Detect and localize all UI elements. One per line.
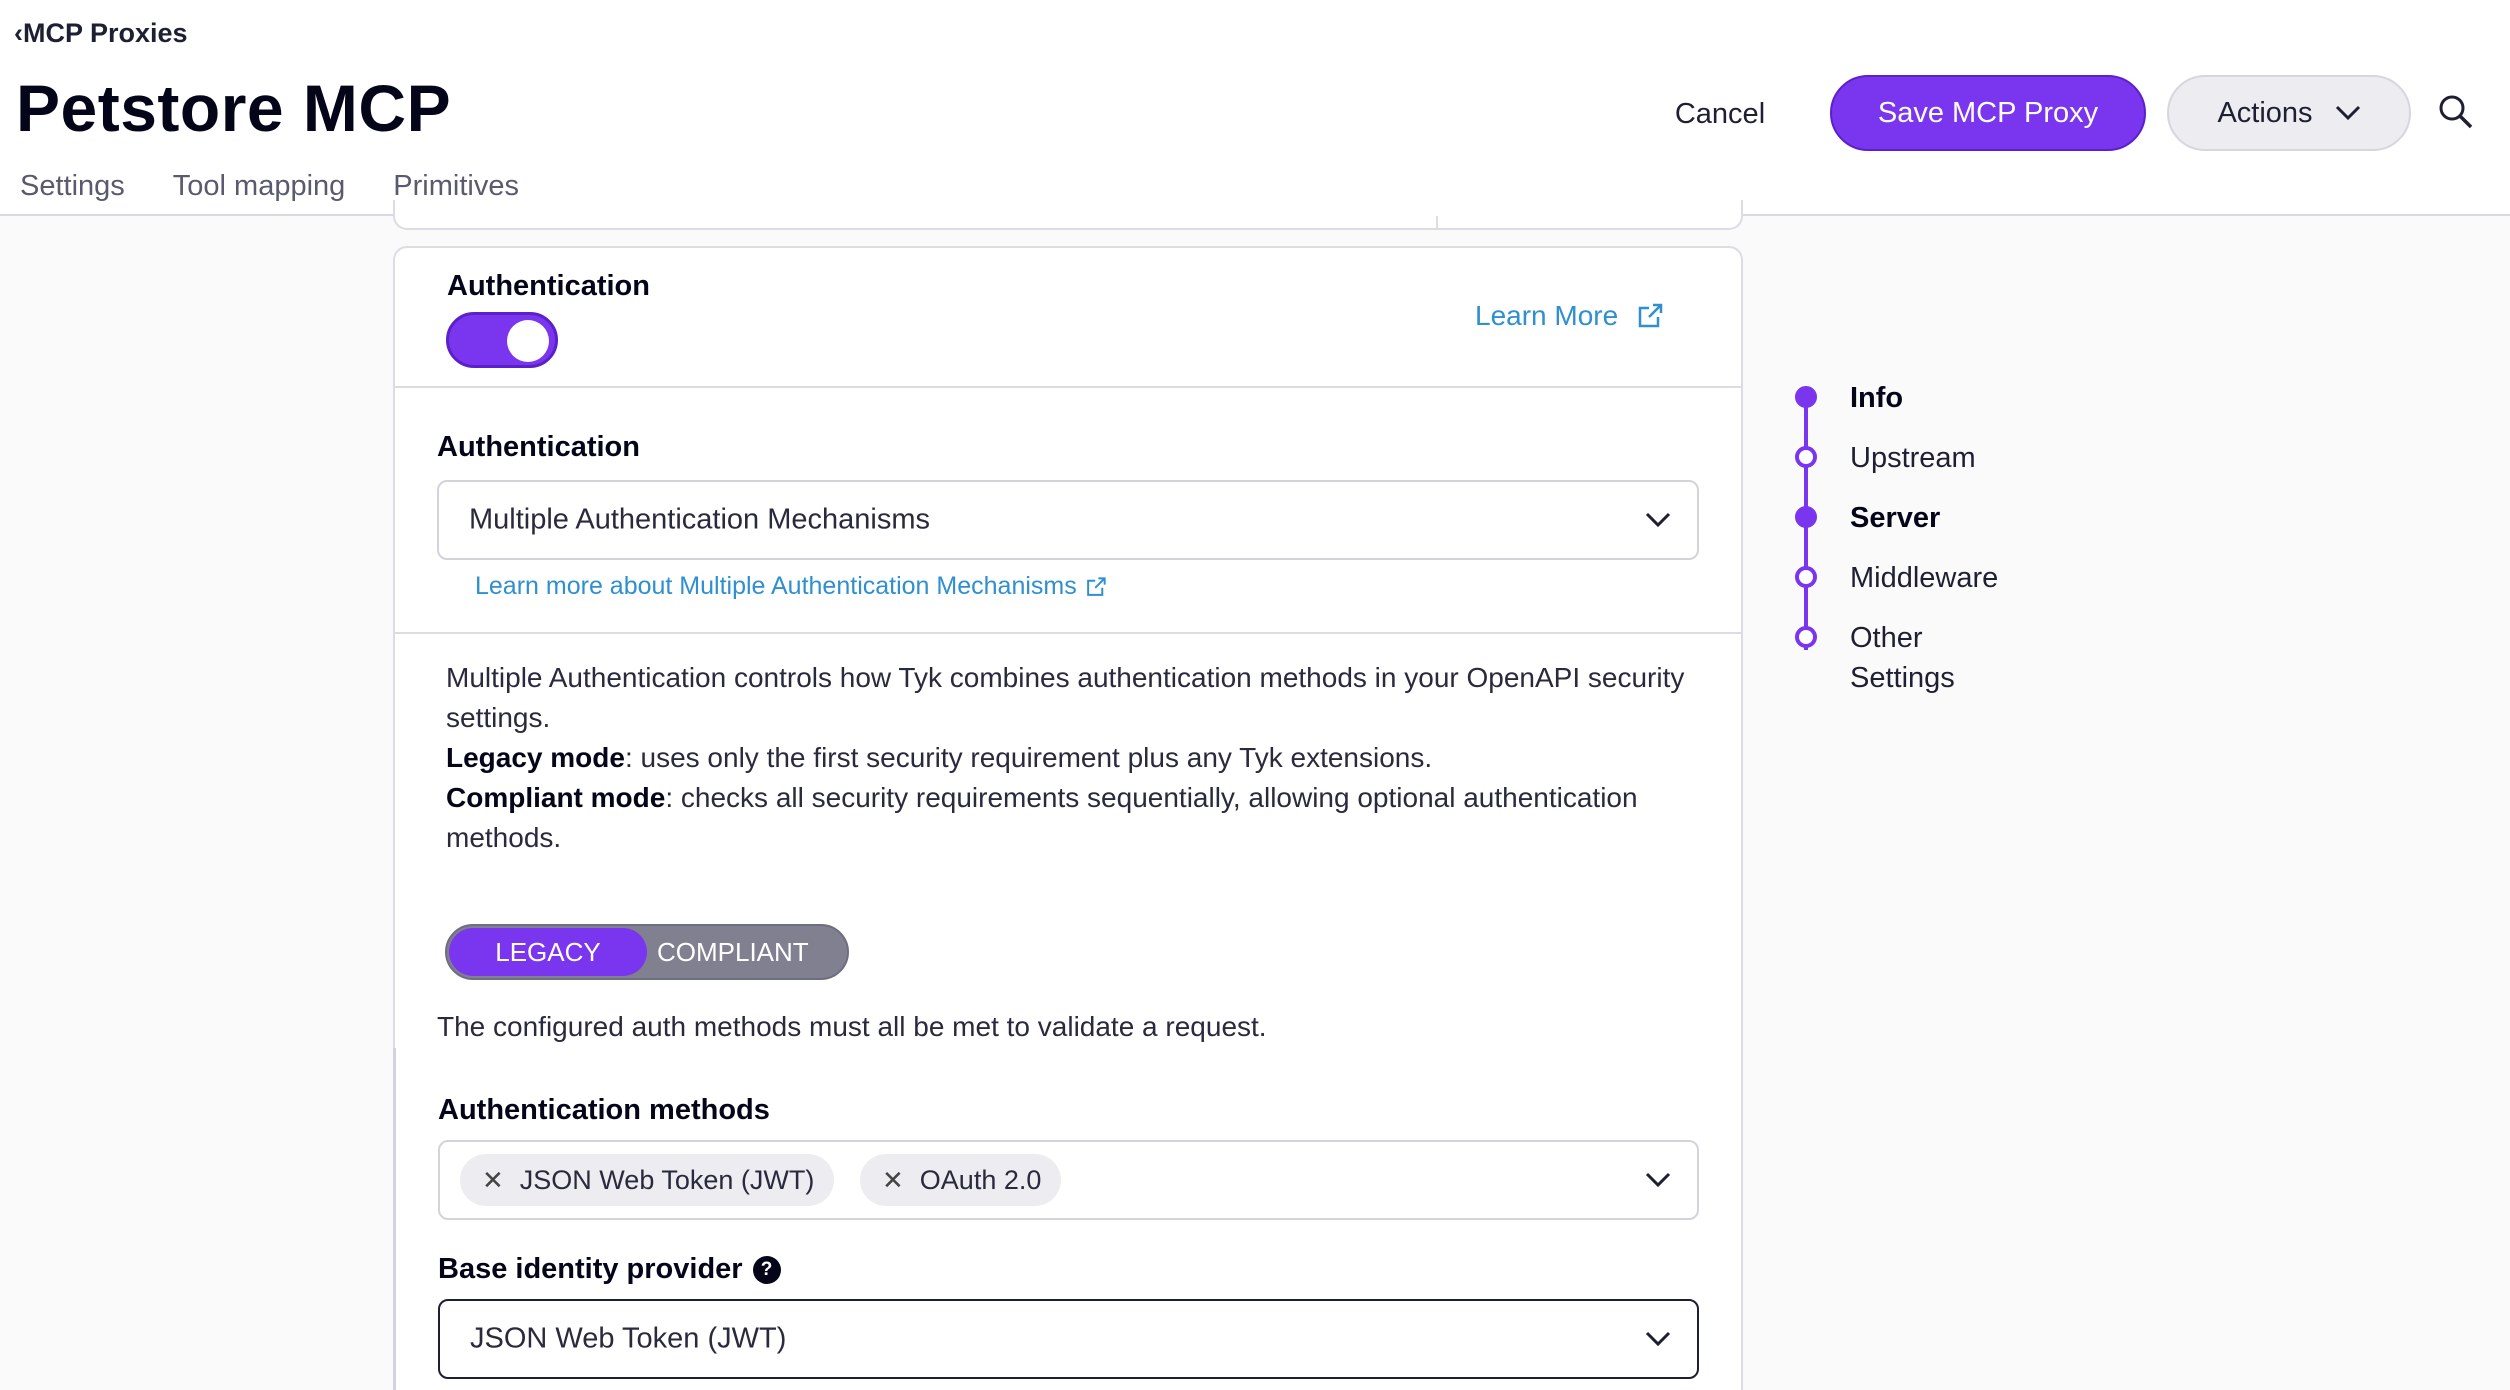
multiple-auth-help-link[interactable]: Learn more about Multiple Authentication… — [475, 572, 1107, 601]
mode-note: The configured auth methods must all be … — [437, 1011, 1267, 1042]
authentication-select[interactable]: Multiple Authentication Mechanisms — [437, 480, 1699, 560]
mode-legacy-option[interactable]: LEGACY — [449, 928, 647, 976]
save-mcp-proxy-button[interactable]: Save MCP Proxy — [1830, 75, 2146, 151]
help-icon[interactable]: ? — [752, 1256, 781, 1284]
tab-primitives[interactable]: Primitives — [393, 170, 519, 203]
card-edge — [393, 1048, 396, 1390]
page-title: Petstore MCP — [16, 71, 452, 145]
back-link[interactable]: ‹MCP Proxies — [14, 18, 188, 49]
tab-bar: Settings Tool mapping Primitives — [20, 170, 519, 203]
tab-settings[interactable]: Settings — [20, 170, 125, 203]
authentication-methods-label: Authentication methods — [438, 1094, 770, 1126]
toggle-knob — [507, 320, 549, 362]
divider — [395, 386, 1741, 388]
nav-dot — [1795, 386, 1817, 408]
method-chip: ✕ JSON Web Token (JWT) — [460, 1154, 835, 1206]
divider — [395, 632, 1741, 634]
nav-dot — [1795, 506, 1817, 528]
chevron-down-icon — [1645, 512, 1671, 528]
nav-dot — [1795, 446, 1817, 468]
auth-mode-switch: LEGACY COMPLIANT — [445, 924, 849, 980]
nav-dot — [1795, 566, 1817, 588]
external-link-icon — [1086, 576, 1106, 596]
compliant-mode-term: Compliant mode — [446, 782, 666, 813]
nav-item-label: Upstream — [1850, 442, 1976, 474]
compliant-mode-description: Compliant mode: checks all security requ… — [446, 778, 1686, 858]
nav-item-label: Server — [1850, 502, 1941, 534]
method-chip-label: OAuth 2.0 — [919, 1164, 1042, 1195]
help-link-label[interactable]: Learn more about Multiple Authentication… — [475, 572, 1077, 601]
multiple-auth-description: Multiple Authentication controls how Tyk… — [446, 658, 1686, 858]
legacy-mode-description: Legacy mode: uses only the first securit… — [446, 738, 1686, 778]
nav-item-upstream[interactable]: Upstream — [1790, 438, 2070, 478]
remove-chip-icon[interactable]: ✕ — [882, 1165, 904, 1196]
legacy-mode-text: : uses only the first security requireme… — [624, 742, 1433, 773]
actions-button[interactable]: Actions — [2167, 75, 2411, 151]
nav-item-label: Other Settings — [1850, 622, 1955, 694]
nav-dot — [1795, 626, 1817, 648]
nav-item-info[interactable]: Info — [1790, 378, 2070, 418]
chevron-down-icon — [2335, 105, 2360, 121]
mode-compliant-option[interactable]: COMPLIANT — [657, 926, 809, 978]
remove-chip-icon[interactable]: ✕ — [482, 1165, 504, 1196]
base-identity-provider-label-text: Base identity provider — [438, 1253, 743, 1285]
base-identity-provider-label: Base identity provider? — [438, 1253, 781, 1286]
actions-label: Actions — [2217, 96, 2313, 129]
description-intro: Multiple Authentication controls how Tyk… — [446, 662, 1685, 733]
previous-card-edge — [393, 200, 1743, 230]
base-identity-provider-select[interactable]: JSON Web Token (JWT) — [438, 1299, 1699, 1379]
authentication-field-label: Authentication — [437, 431, 640, 463]
authentication-methods-multiselect[interactable]: ✕ JSON Web Token (JWT) ✕ OAuth 2.0 — [438, 1140, 1699, 1220]
nav-item-label: Info — [1850, 382, 1904, 414]
search-icon[interactable] — [2436, 92, 2476, 132]
authentication-card: Authentication Learn More Authentication… — [393, 246, 1743, 1390]
authentication-select-value: Multiple Authentication Mechanisms — [469, 503, 931, 536]
nav-item-other-settings[interactable]: Other Settings — [1790, 618, 1990, 698]
chevron-down-icon — [1645, 1172, 1671, 1188]
legacy-mode-term: Legacy mode — [446, 742, 625, 773]
tab-tool-mapping[interactable]: Tool mapping — [173, 170, 346, 203]
back-link-label[interactable]: MCP Proxies — [23, 18, 188, 48]
learn-more-link[interactable]: Learn More — [1475, 300, 1664, 332]
nav-item-middleware[interactable]: Middleware — [1790, 558, 2070, 598]
divider — [1436, 216, 1438, 228]
base-identity-provider-value: JSON Web Token (JWT) — [470, 1322, 787, 1355]
method-chip-label: JSON Web Token (JWT) — [519, 1164, 815, 1195]
cancel-button[interactable]: Cancel — [1660, 76, 1780, 152]
external-link-icon — [1638, 303, 1663, 328]
page-header: ‹MCP Proxies Petstore MCP Settings Tool … — [0, 0, 2510, 216]
method-chip: ✕ OAuth 2.0 — [860, 1154, 1062, 1206]
nav-item-label: Middleware — [1850, 562, 1999, 594]
learn-more-label[interactable]: Learn More — [1475, 300, 1618, 332]
authentication-toggle[interactable] — [446, 312, 558, 368]
nav-item-server[interactable]: Server — [1790, 498, 2070, 538]
section-title: Authentication — [447, 270, 650, 302]
chevron-down-icon — [1645, 1331, 1671, 1347]
